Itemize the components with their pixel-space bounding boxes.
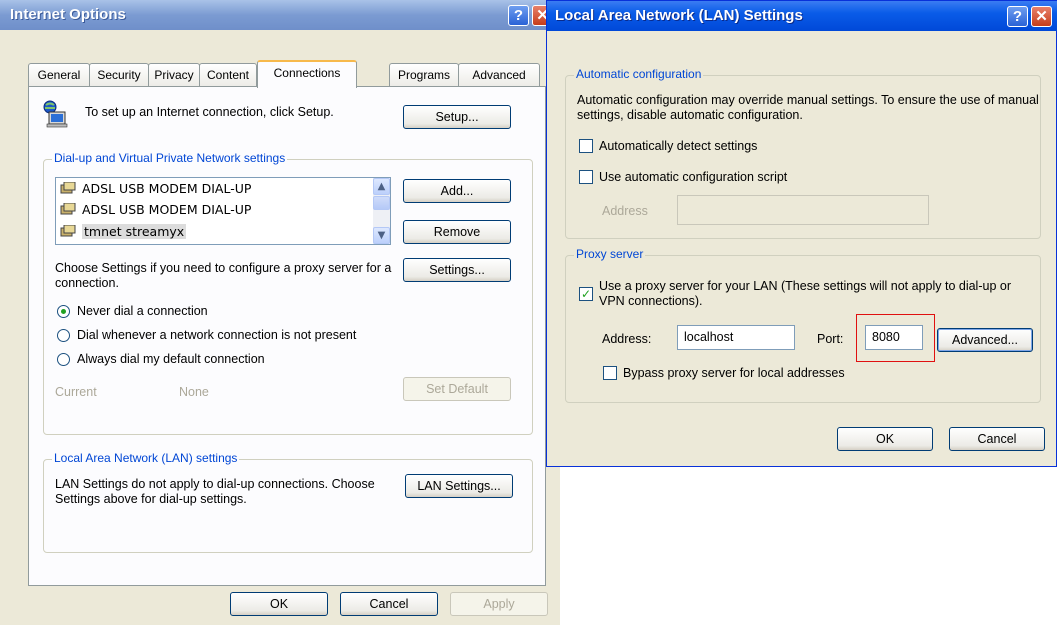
internet-options-window: Internet Options ? ✕ General Security Pr…: [0, 0, 560, 625]
use-proxy-checkbox[interactable]: ✓: [579, 287, 593, 301]
ok-button[interactable]: OK: [230, 592, 328, 616]
scroll-thumb[interactable]: [373, 196, 390, 210]
choose-settings-text: Choose Settings if you need to configure…: [55, 261, 392, 290]
internet-options-titlebar[interactable]: Internet Options ? ✕: [0, 0, 560, 30]
current-value: None: [179, 385, 209, 399]
list-item-label: tmnet streamyx: [82, 224, 187, 239]
set-default-button[interactable]: Set Default: [403, 377, 511, 401]
network-computer-icon: [41, 99, 71, 129]
tab-connections[interactable]: Connections: [257, 60, 357, 88]
tab-content[interactable]: Content: [199, 63, 257, 87]
window-title: Internet Options: [10, 6, 126, 23]
dialup-connection-icon: [60, 181, 76, 196]
list-item-selected[interactable]: tmnet streamyx: [60, 222, 360, 242]
remove-button[interactable]: Remove: [403, 220, 511, 244]
lan-settings-text: LAN Settings do not apply to dial-up con…: [55, 477, 375, 506]
advanced-button[interactable]: Advanced...: [937, 328, 1033, 352]
tab-programs[interactable]: Programs: [389, 63, 459, 87]
scroll-down-icon[interactable]: ▼: [373, 227, 390, 244]
dialup-connection-icon: [60, 202, 76, 217]
lan-settings-button[interactable]: LAN Settings...: [405, 474, 513, 498]
list-item[interactable]: ADSL USB MODEM DIAL-UP: [60, 179, 360, 199]
bypass-local-label: Bypass proxy server for local addresses: [623, 366, 845, 380]
auto-detect-checkbox[interactable]: [579, 139, 593, 153]
tab-advanced[interactable]: Advanced: [458, 63, 540, 87]
automatic-configuration-label: Automatic configuration: [574, 67, 704, 81]
automatic-configuration-text: Automatic configuration may override man…: [577, 93, 1039, 122]
settings-button[interactable]: Settings...: [403, 258, 511, 282]
lan-ok-button[interactable]: OK: [837, 427, 933, 451]
apply-button[interactable]: Apply: [450, 592, 548, 616]
close-icon[interactable]: ✕: [1031, 6, 1052, 27]
radio-always-dial[interactable]: [57, 353, 70, 366]
bypass-local-checkbox[interactable]: [603, 366, 617, 380]
add-button[interactable]: Add...: [403, 179, 511, 203]
radio-dial-whenever-label: Dial whenever a network connection is no…: [77, 328, 357, 342]
radio-always-dial-label: Always dial my default connection: [77, 352, 265, 366]
connections-listbox[interactable]: ADSL USB MODEM DIAL-UP ADSL USB MODEM DI…: [55, 177, 391, 245]
setup-description: To set up an Internet connection, click …: [85, 105, 334, 119]
proxy-port-input[interactable]: 8080: [865, 325, 923, 350]
dialup-vpn-group-label: Dial-up and Virtual Private Network sett…: [52, 151, 288, 165]
tab-privacy[interactable]: Privacy: [148, 63, 200, 87]
proxy-address-label: Address:: [602, 332, 652, 346]
script-address-label: Address: [602, 204, 648, 218]
script-address-input[interactable]: [677, 195, 929, 225]
list-item-label: ADSL USB MODEM DIAL-UP: [82, 202, 252, 217]
lan-settings-group-label: Local Area Network (LAN) settings: [52, 451, 240, 465]
help-icon[interactable]: ?: [508, 5, 529, 26]
cancel-button[interactable]: Cancel: [340, 592, 438, 616]
auto-detect-label: Automatically detect settings: [599, 139, 758, 153]
setup-button[interactable]: Setup...: [403, 105, 511, 129]
radio-dial-whenever[interactable]: [57, 329, 70, 342]
proxy-port-label: Port:: [817, 332, 844, 346]
connections-panel: To set up an Internet connection, click …: [28, 86, 546, 586]
lan-settings-window: Local Area Network (LAN) Settings ? ✕ Au…: [546, 0, 1057, 467]
auto-script-label: Use automatic configuration script: [599, 170, 788, 184]
lan-settings-titlebar[interactable]: Local Area Network (LAN) Settings ? ✕: [547, 1, 1057, 31]
listbox-scrollbar[interactable]: ▲ ▼: [373, 178, 390, 244]
auto-script-checkbox[interactable]: [579, 170, 593, 184]
dialup-connection-icon: [60, 224, 76, 239]
proxy-address-input[interactable]: localhost: [677, 325, 795, 350]
radio-never-dial[interactable]: [57, 305, 70, 318]
current-label: Current: [55, 385, 97, 399]
proxy-server-label: Proxy server: [574, 247, 646, 261]
window-title: Local Area Network (LAN) Settings: [555, 7, 803, 24]
tab-general[interactable]: General: [28, 63, 90, 87]
tab-security[interactable]: Security: [89, 63, 149, 87]
scroll-up-icon[interactable]: ▲: [373, 178, 390, 195]
use-proxy-label: Use a proxy server for your LAN (These s…: [599, 279, 1011, 308]
list-item-label: ADSL USB MODEM DIAL-UP: [82, 181, 252, 196]
list-item[interactable]: ADSL USB MODEM DIAL-UP: [60, 200, 360, 220]
lan-cancel-button[interactable]: Cancel: [949, 427, 1045, 451]
radio-never-dial-label: Never dial a connection: [77, 304, 208, 318]
help-icon[interactable]: ?: [1007, 6, 1028, 27]
